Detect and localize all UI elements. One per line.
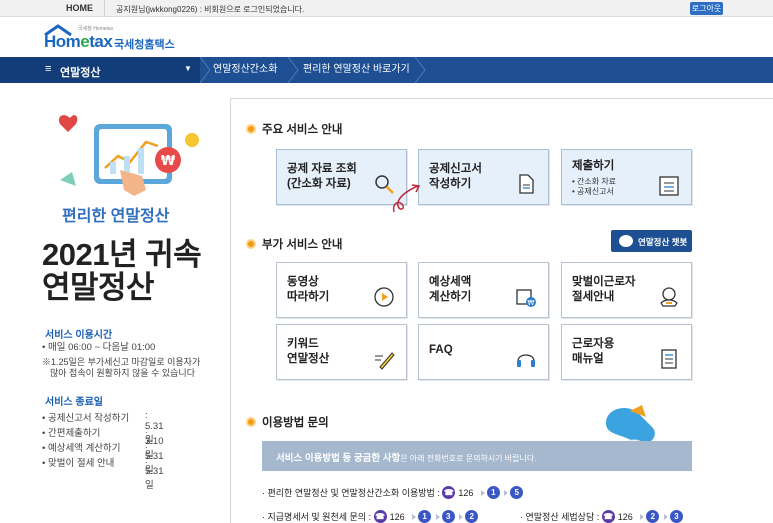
bullet-icon xyxy=(246,124,256,134)
calculator-icon: ₩ xyxy=(516,289,536,307)
card-faq[interactable]: FAQ xyxy=(418,324,549,380)
inquiry-banner: 서비스 이용방법 등 궁금한 사항은 아래 전화번호로 문의하시기 바랍니다. xyxy=(262,441,692,471)
end-date-row: • 간편제출하기: 3.10일 xyxy=(42,425,164,461)
hero-title: 편리한 연말정산 xyxy=(62,208,170,225)
page-title: 2021년 귀속 연말정산 xyxy=(42,237,202,305)
svg-text:₩: ₩ xyxy=(161,154,176,169)
breadcrumb-chevron-icon xyxy=(415,57,426,83)
card-submit[interactable]: 제출하기 • 간소화 자료 • 공제신고서 xyxy=(561,149,692,205)
manual-icon xyxy=(661,349,677,369)
breadcrumb-chevron-icon xyxy=(200,57,211,83)
divider xyxy=(104,0,105,17)
nav-item-shortcut[interactable]: 편리한 연말정산 바로가기 xyxy=(303,57,410,83)
svg-text:₩: ₩ xyxy=(528,299,535,307)
section-extra-services: 부가 서비스 안내 xyxy=(246,236,342,252)
end-date-row: • 공제신고서 작성하기: 5.31일 xyxy=(42,410,164,446)
phone-row-withholding: · 지급명세서 및 원천세 문의 : ☎ 126 1 3 2 xyxy=(262,510,479,523)
card-tax-estimate[interactable]: 예상세액 계산하기 ₩ xyxy=(418,262,549,318)
logo-korean: 국세청홈택스 xyxy=(114,39,175,51)
end-date-row: • 예상세액 계산하기: 5.31일 xyxy=(42,440,164,476)
chatbot-button[interactable]: 연말정산 챗봇 xyxy=(611,230,692,252)
service-time: • 매일 06:00 ~ 다음날 01:00 xyxy=(42,342,156,353)
section-inquiry: 이용방법 문의 xyxy=(246,414,329,430)
headset-icon xyxy=(517,354,535,367)
service-note-1: ※1.25일은 부가세신고 마감일로 이용자가 xyxy=(42,357,201,367)
logo-tagline: 국세청 Hometax xyxy=(78,26,114,32)
chatbot-icon xyxy=(619,235,633,247)
end-date-row: • 맞벌이 절세 안내: 5.31일 xyxy=(42,455,164,491)
nav-menu-yearend[interactable]: ≡ 연말정산 ▼ xyxy=(0,57,200,83)
phone-icon: ☎ xyxy=(601,510,615,523)
phone-icon: ☎ xyxy=(373,510,387,523)
service-time-heading: 서비스 이용시간 xyxy=(45,330,113,341)
phone-row-tax-consult: · 연말정산 세법상담 : ☎ 126 2 3 xyxy=(520,510,683,523)
form-list-icon xyxy=(659,176,679,196)
card-deduction-lookup[interactable]: 공제 자료 조회 (간소화 자료) xyxy=(276,149,407,205)
play-icon xyxy=(374,287,394,307)
bullet-icon xyxy=(246,239,256,249)
login-notice: 공지원님(jwkkong0226) : 비회원으로 로그인되었습니다. xyxy=(116,5,305,14)
card-video-guide[interactable]: 동영상 따라하기 xyxy=(276,262,407,318)
logout-button[interactable]: 로그아웃 xyxy=(690,2,723,15)
service-note-2: 많아 접속이 원활하지 않을 수 있습니다 xyxy=(50,368,195,378)
section-main-services: 주요 서비스 안내 xyxy=(246,121,342,137)
chevron-down-icon: ▼ xyxy=(184,64,192,73)
card-dual-income[interactable]: 맞벌이근로자 절세안내 xyxy=(561,262,692,318)
breadcrumb-chevron-icon xyxy=(288,57,299,83)
phone-row-usage: · 편리한 연말정산 및 연말정산간소화 이용방법 : ☎ 126 1 5 xyxy=(262,486,524,499)
top-bar: HOME 공지원님(jwkkong0226) : 비회원으로 로그인되었습니다.… xyxy=(0,0,773,17)
nav-bar: ≡ 연말정산 ▼ 연말정산간소화 편리한 연말정산 바로가기 xyxy=(0,57,773,83)
card-write-deduction-form[interactable]: 공제신고서 작성하기 xyxy=(418,149,549,205)
nav-main-label: 연말정산 xyxy=(60,67,101,79)
handshake-icon xyxy=(660,287,678,307)
document-icon xyxy=(519,174,534,194)
phone-icon: ☎ xyxy=(442,486,456,499)
hometax-logo[interactable]: 국세청 Hometax Hometax 국세청홈택스 xyxy=(42,22,202,52)
end-date-heading: 서비스 종료일 xyxy=(45,397,103,408)
pencil-icon xyxy=(375,352,395,370)
card-keyword[interactable]: 키워드 연말정산 xyxy=(276,324,407,380)
tablet-illustration: ₩ xyxy=(58,115,199,196)
card-manual[interactable]: 근로자용 매뉴얼 xyxy=(561,324,692,380)
nav-item-simplified[interactable]: 연말정산간소화 xyxy=(213,57,277,83)
menu-icon: ≡ xyxy=(45,63,52,75)
home-link[interactable]: HOME xyxy=(66,3,93,13)
logo-brand: Hometax xyxy=(44,32,113,51)
bullet-icon xyxy=(246,417,256,427)
pointer-arrow-icon xyxy=(392,184,421,213)
